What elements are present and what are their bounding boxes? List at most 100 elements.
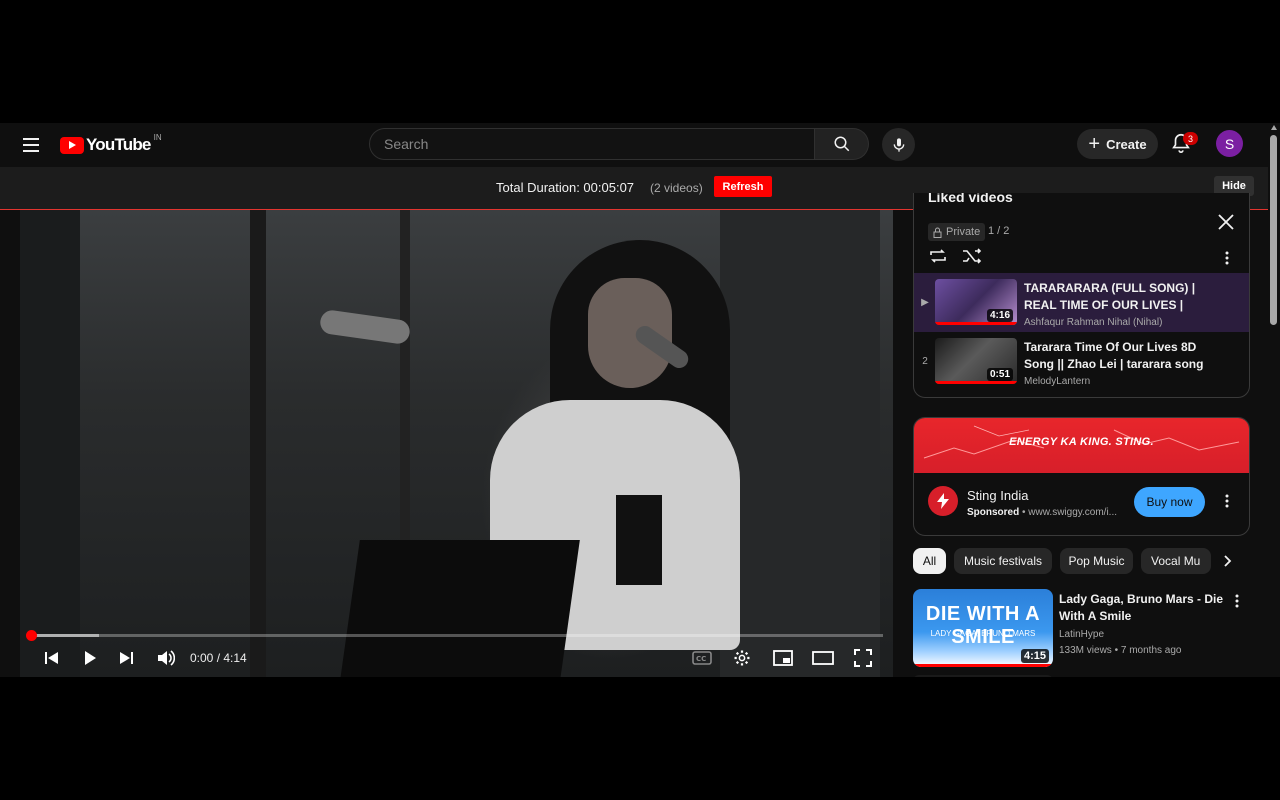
miniplayer-button[interactable] (770, 644, 796, 672)
close-playlist-button[interactable] (1217, 213, 1237, 233)
time-display: 0:00 / 4:14 (190, 651, 247, 665)
youtube-window: YouTube IN + Create 3 S Total Duration: … (0, 123, 1280, 677)
scrollbar-thumb[interactable] (1270, 135, 1277, 325)
progress-bar[interactable] (26, 630, 883, 641)
recommended-video-channel: LatinHype (1059, 629, 1105, 640)
create-label: Create (1106, 136, 1147, 152)
masthead: YouTube IN + Create 3 S (0, 123, 1280, 167)
thumbnail-subtitle-text: LADY GAGA, BRUNO MARS (930, 629, 1036, 638)
playlist-item-title: Tararara Time Of Our Lives 8D Song || Zh… (1024, 340, 1204, 371)
captions-icon: CC (692, 651, 712, 665)
shuffle-icon (963, 248, 982, 264)
search-icon (834, 136, 849, 152)
ad-banner[interactable]: ENERGY KA KING. STING. (914, 418, 1249, 473)
bolt-icon (937, 493, 949, 509)
video-player[interactable]: 0:00 / 4:14 CC (20, 210, 893, 677)
playlist-item-channel: MelodyLantern (1024, 376, 1091, 387)
svg-text:CC: CC (696, 655, 706, 663)
recommended-video-more-button[interactable] (1227, 591, 1247, 611)
playlist-item-duration: 0:51 (986, 368, 1013, 381)
volume-icon (158, 650, 175, 666)
chevron-right-icon (1224, 555, 1232, 567)
playlist-item-channel: Ashfaqur Rahman Nihal (Nihal) (1024, 317, 1163, 328)
playlist-title[interactable]: Liked videos (928, 193, 1013, 205)
playlist-item[interactable]: ▶ 4:16 TARARARARA (FULL SONG) | REAL TIM… (914, 273, 1249, 332)
scroll-up-arrow[interactable] (1271, 125, 1277, 130)
voice-search-button[interactable] (882, 128, 915, 161)
notification-count-badge: 3 (1183, 132, 1198, 145)
play-icon (85, 651, 96, 665)
upload-age: 7 months ago (1120, 645, 1182, 656)
refresh-button[interactable]: Refresh (714, 176, 772, 197)
ad-url: www.swiggy.com/i... (1028, 507, 1118, 518)
fullscreen-icon (854, 649, 872, 667)
filter-chips: All Music festivals Pop Music Vocal Mu (913, 548, 1248, 574)
page-scrollbar[interactable] (1268, 123, 1280, 677)
youtube-logo[interactable]: YouTube IN (60, 133, 162, 157)
recommended-video-meta: 133M views • 7 months ago (1059, 645, 1182, 656)
theater-mode-icon (812, 651, 834, 665)
next-icon (120, 652, 133, 664)
menu-button[interactable] (18, 132, 44, 158)
privacy-badge: Private (928, 223, 986, 241)
search-input[interactable] (370, 129, 818, 159)
previous-button[interactable] (40, 644, 64, 672)
volume-button[interactable] (154, 644, 178, 672)
captions-button[interactable]: CC (690, 644, 714, 672)
avatar[interactable]: S (1216, 130, 1243, 157)
search-button[interactable] (815, 128, 869, 160)
theater-mode-button[interactable] (810, 644, 836, 672)
buy-now-button[interactable]: Buy now (1134, 487, 1205, 517)
next-recommended-video[interactable] (913, 675, 1053, 677)
previous-icon (45, 652, 58, 664)
loop-button[interactable] (928, 248, 948, 266)
total-duration-label: Total Duration: 00:05:07 (496, 180, 635, 195)
sponsored-ad-card[interactable]: ENERGY KA KING. STING. Sting India Spons… (913, 417, 1250, 536)
playlist-item-thumbnail: 4:16 (935, 279, 1017, 325)
lock-icon (933, 227, 942, 238)
playlist-item[interactable]: 2 0:51 Tararara Time Of Our Lives 8D Son… (914, 332, 1249, 391)
playlist-item-duration: 4:16 (986, 309, 1013, 322)
country-code: IN (153, 132, 162, 142)
view-count: 133M views (1059, 645, 1112, 656)
playlist-item-index: ▶ (921, 297, 929, 308)
recommended-video-duration: 4:15 (1020, 649, 1049, 663)
playlist-position: 1 / 2 (988, 225, 1010, 237)
ad-more-button[interactable] (1217, 491, 1237, 511)
ad-banner-text: ENERGY KA KING. STING. (1009, 436, 1154, 448)
more-vertical-icon (1235, 594, 1239, 608)
chip-music-festivals[interactable]: Music festivals (954, 548, 1052, 574)
more-vertical-icon (1225, 251, 1229, 265)
close-icon (1218, 214, 1234, 230)
loop-icon (930, 249, 946, 263)
recommended-video-title: Lady Gaga, Bruno Mars - Die With A Smile (1059, 592, 1224, 623)
sting-logo (928, 486, 958, 516)
playlist-item-title: TARARARARA (FULL SONG) | REAL TIME OF OU… (1024, 281, 1196, 312)
settings-button[interactable] (730, 644, 754, 672)
more-vertical-icon (1225, 494, 1229, 508)
progress-scrubber[interactable] (26, 630, 37, 641)
recommended-video[interactable]: DIE WITH A SMILE LADY GAGA, BRUNO MARS 4… (913, 589, 1248, 669)
gear-icon (734, 650, 750, 666)
sponsored-label: Sponsored (967, 507, 1020, 518)
ad-meta: Sponsored • www.swiggy.com/i... (967, 507, 1118, 518)
shuffle-button[interactable] (962, 248, 982, 266)
thumbnail-title-text: DIE WITH A SMILE (925, 603, 1041, 648)
progress-loaded (31, 634, 100, 637)
create-button[interactable]: + Create (1077, 129, 1158, 159)
chip-pop-music[interactable]: Pop Music (1060, 548, 1133, 574)
microphone-icon (893, 137, 904, 152)
chip-vocal-music[interactable]: Vocal Mu (1141, 548, 1211, 574)
video-count-label: (2 videos) (650, 181, 703, 195)
video-frame (250, 210, 266, 677)
youtube-play-icon (60, 136, 84, 154)
recommended-video-thumbnail: DIE WITH A SMILE LADY GAGA, BRUNO MARS 4… (913, 589, 1053, 667)
fullscreen-button[interactable] (850, 644, 876, 672)
chip-all[interactable]: All (913, 548, 946, 574)
next-button[interactable] (114, 644, 138, 672)
advertiser-name: Sting India (967, 488, 1029, 503)
playlist-item-thumbnail: 0:51 (935, 338, 1017, 384)
playlist-more-button[interactable] (1217, 248, 1237, 268)
chips-next-button[interactable] (1218, 551, 1238, 571)
play-button[interactable] (78, 644, 102, 672)
